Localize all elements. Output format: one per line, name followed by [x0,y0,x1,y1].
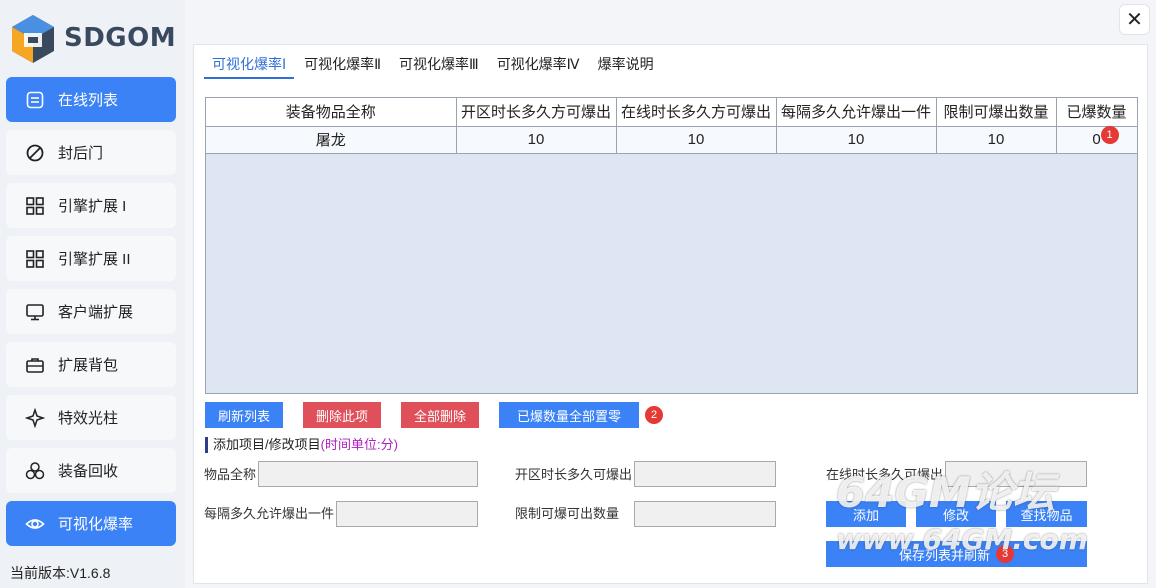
table-cell: 10 [616,126,777,154]
version-label: 当前版本:V1.6.8 [10,565,111,581]
block-icon [24,142,46,164]
sidebar-item-label: 客户端扩展 [58,304,134,321]
online-time-input[interactable] [945,461,1087,487]
sidebar-item-label: 可视化爆率 [58,516,134,533]
reset-count-button[interactable]: 已爆数量全部置零 [499,402,640,428]
table-action-bar: 刷新列表 删除此项 全部删除 已爆数量全部置零 2 [205,402,664,428]
sidebar-item-label: 装备回收 [58,463,119,480]
interval-input[interactable] [336,501,478,527]
column-header[interactable]: 每隔多久允许爆出一件 [776,98,937,127]
droprate-table[interactable]: 装备物品全称 开区时长多久方可爆出 在线时长多久方可爆出 每隔多久允许爆出一件 … [205,97,1138,394]
item-name-label: 物品全称 [204,467,257,482]
recycle-icon [24,460,46,482]
sparkle-icon [24,407,46,429]
form-section-title: 添加项目/修改项目(时间单位:分) [205,437,398,453]
close-icon: ✕ [1126,9,1143,31]
find-item-button[interactable]: 查找物品 [1006,501,1087,527]
limit-label: 限制可爆可出数量 [515,506,620,521]
annotation-badge: 2 [645,406,664,424]
column-header[interactable]: 已爆数量 [1056,98,1138,127]
table-header-row: 装备物品全称 开区时长多久方可爆出 在线时长多久方可爆出 每隔多久允许爆出一件 … [206,98,1138,127]
list-icon [24,89,46,111]
main-panel: 可视化爆率Ⅰ 可视化爆率Ⅱ 可视化爆率Ⅲ 可视化爆率Ⅳ 爆率说明 装备物品全称 … [193,44,1148,584]
limit-input[interactable] [634,501,776,527]
table-cell: 10 [776,126,937,154]
add-button[interactable]: 添加 [826,501,906,527]
sidebar-item-label: 特效光柱 [58,410,119,427]
sidebar-nav: 在线列表 封后门 引擎扩展 I 引擎扩展 II 客户端扩展 扩展背包 特效光柱 … [6,77,176,554]
section-title-text: 添加项目/修改项目 [213,437,321,452]
sidebar-item-online-list[interactable]: 在线列表 [6,77,176,122]
table-cell: 10 [456,126,617,154]
tab-visual-droprate-2[interactable]: 可视化爆率Ⅱ [296,53,389,79]
tab-bar: 可视化爆率Ⅰ 可视化爆率Ⅱ 可视化爆率Ⅲ 可视化爆率Ⅳ 爆率说明 [204,53,664,79]
sidebar-item-label: 封后门 [58,145,104,162]
brand-logo: SDGOM [10,12,176,64]
sidebar-item-engine-ext-1[interactable]: 引擎扩展 I [6,183,176,228]
column-header[interactable]: 限制可爆出数量 [936,98,1057,127]
table-cell: 10 [936,126,1057,154]
eye-icon [24,513,46,535]
sidebar-item-equip-recycle[interactable]: 装备回收 [6,448,176,493]
modify-button[interactable]: 修改 [916,501,996,527]
sidebar-item-label: 扩展背包 [58,357,119,374]
sidebar: SDGOM 在线列表 封后门 引擎扩展 I 引擎扩展 II 客户端扩展 扩展背包… [0,0,185,588]
save-list-label: 保存列表并刷新 [898,547,990,563]
sidebar-item-block-backdoor[interactable]: 封后门 [6,130,176,175]
delete-item-button[interactable]: 删除此项 [303,402,382,428]
table-cell-count: 0 1 [1056,125,1138,154]
column-header[interactable]: 装备物品全称 [206,98,457,127]
table-cell: 0 [1092,131,1101,148]
annotation-badge: 3 [996,545,1014,563]
sidebar-item-label: 引擎扩展 II [58,251,131,268]
item-name-input[interactable] [258,461,478,487]
annotation-badge: 1 [1100,125,1119,144]
column-header[interactable]: 在线时长多久方可爆出 [616,98,777,127]
sidebar-item-ext-bag[interactable]: 扩展背包 [6,342,176,387]
open-time-label: 开区时长多久可爆出 [515,467,633,482]
sidebar-item-engine-ext-2[interactable]: 引擎扩展 II [6,236,176,281]
column-header[interactable]: 开区时长多久方可爆出 [456,98,617,127]
grid-icon [24,248,46,270]
brand-name: SDGOM [64,23,177,53]
grid-icon [24,195,46,217]
tab-visual-droprate-4[interactable]: 可视化爆率Ⅳ [489,53,588,79]
briefcase-icon [24,354,46,376]
sidebar-item-label: 在线列表 [58,92,119,109]
open-time-input[interactable] [634,461,776,487]
close-button[interactable]: ✕ [1119,4,1150,35]
online-time-label: 在线时长多久可爆出 [826,467,944,482]
table-row[interactable]: 屠龙 10 10 10 10 0 1 [206,125,1138,154]
tab-visual-droprate-1[interactable]: 可视化爆率Ⅰ [204,53,295,79]
sidebar-item-visual-droprate[interactable]: 可视化爆率 [6,501,176,546]
logo-mark-icon [10,13,56,63]
sidebar-item-label: 引擎扩展 I [58,198,127,215]
sidebar-item-client-ext[interactable]: 客户端扩展 [6,289,176,334]
tab-droprate-help[interactable]: 爆率说明 [590,53,662,79]
delete-all-button[interactable]: 全部删除 [401,402,480,428]
table-cell: 屠龙 [206,126,457,154]
sidebar-item-effect-pillar[interactable]: 特效光柱 [6,395,176,440]
section-title-hint: (时间单位:分) [320,437,398,452]
refresh-list-button[interactable]: 刷新列表 [205,402,284,428]
monitor-icon [24,301,46,323]
interval-label: 每隔多久允许爆出一件 [204,506,335,521]
tab-visual-droprate-3[interactable]: 可视化爆率Ⅲ [391,53,487,79]
save-list-button[interactable]: 保存列表并刷新 3 [826,541,1087,567]
